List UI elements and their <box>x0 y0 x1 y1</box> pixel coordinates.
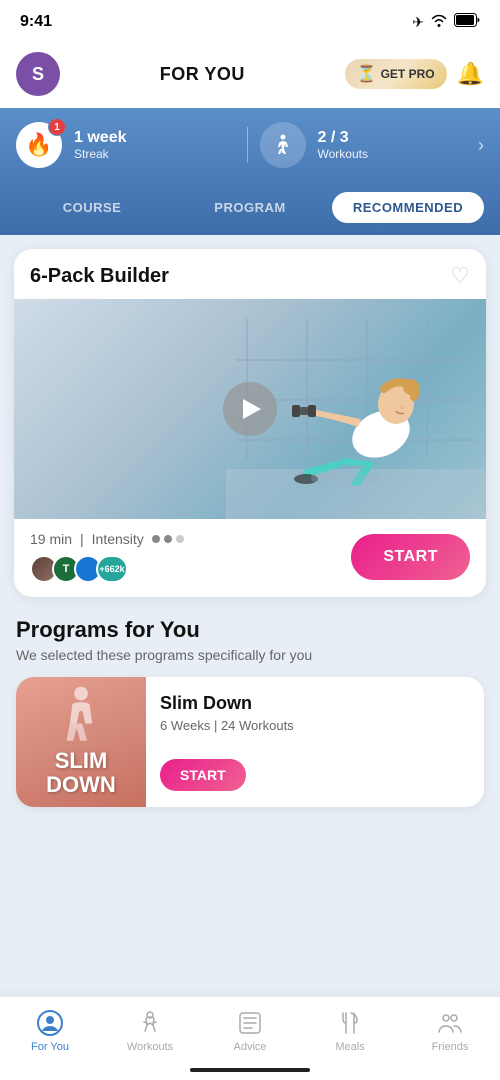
programs-title: Programs for You <box>16 617 484 643</box>
workout-icon <box>260 122 306 168</box>
meals-icon <box>336 1009 364 1037</box>
favorite-icon[interactable]: ♡ <box>450 263 470 289</box>
workout-label: Workouts <box>318 147 368 161</box>
program-image-text: SLIMDOWN <box>46 749 116 797</box>
workout-title: 6-Pack Builder <box>30 265 169 288</box>
card-header: 6-Pack Builder ♡ <box>14 249 486 299</box>
streak-banner: 🔥 1 1 week Streak 2 / 3 Workouts › <box>0 108 500 182</box>
header-right: ⏳ GET PRO 🔔 <box>345 59 484 89</box>
duration-row: 19 min | Intensity <box>30 531 184 547</box>
program-details: 6 Weeks | 24 Workouts <box>160 718 294 733</box>
nav-item-meals[interactable]: Meals <box>300 1007 400 1053</box>
nav-item-friends[interactable]: Friends <box>400 1007 500 1053</box>
streak-count: 1 week <box>74 129 126 147</box>
workout-info: 2 / 3 Workouts <box>260 122 479 168</box>
friends-icon <box>436 1009 464 1037</box>
program-info: Slim Down 6 Weeks | 24 Workouts START <box>146 677 308 807</box>
duration-label: 19 min <box>30 531 72 547</box>
nav-item-advice[interactable]: Advice <box>200 1007 300 1053</box>
get-pro-button[interactable]: ⏳ GET PRO <box>345 59 447 89</box>
nav-label-meals: Meals <box>335 1041 364 1053</box>
card-meta: 19 min | Intensity T +662k <box>30 531 184 583</box>
nav-label-workouts: Workouts <box>127 1041 173 1053</box>
header: S FOR YOU ⏳ GET PRO 🔔 <box>0 44 500 108</box>
program-image: SLIMDOWN <box>16 677 146 807</box>
status-bar: 9:41 ✈ <box>0 0 500 44</box>
streak-icon-wrapper: 🔥 1 <box>16 122 62 168</box>
program-start-button[interactable]: START <box>160 759 246 791</box>
airplane-icon: ✈ <box>412 14 424 31</box>
program-card-slim-down: SLIMDOWN Slim Down 6 Weeks | 24 Workouts… <box>16 677 484 807</box>
card-footer: 19 min | Intensity T +662k START <box>14 519 486 597</box>
nav-label-friends: Friends <box>432 1041 469 1053</box>
page-title: FOR YOU <box>160 64 245 85</box>
wifi-icon <box>430 13 448 32</box>
workout-count: 2 / 3 <box>318 129 368 147</box>
for-you-icon <box>36 1009 64 1037</box>
dot-3 <box>176 535 184 543</box>
streak-label: Streak <box>74 147 126 161</box>
start-workout-button[interactable]: START <box>351 534 470 580</box>
nav-item-workouts[interactable]: Workouts <box>100 1007 200 1053</box>
bell-icon[interactable]: 🔔 <box>457 61 484 87</box>
nav-label-advice: Advice <box>233 1041 266 1053</box>
programs-subtitle: We selected these programs specifically … <box>16 647 484 663</box>
get-pro-label: GET PRO <box>381 67 435 81</box>
tab-course[interactable]: COURSE <box>16 192 168 223</box>
play-icon <box>243 399 261 419</box>
workout-card: 6-Pack Builder ♡ <box>14 249 486 597</box>
streak-left: 🔥 1 1 week Streak <box>16 122 235 168</box>
status-time: 9:41 <box>20 13 52 31</box>
workout-text: 2 / 3 Workouts <box>318 129 368 161</box>
program-person-icon <box>56 685 106 745</box>
nav-item-for-you[interactable]: For You <box>0 1007 100 1053</box>
tab-recommended[interactable]: RECOMMENDED <box>332 192 484 223</box>
status-icons: ✈ <box>412 13 480 32</box>
play-button[interactable] <box>223 382 277 436</box>
streak-badge: 1 <box>48 118 66 136</box>
workouts-icon <box>136 1009 164 1037</box>
programs-section: Programs for You We selected these progr… <box>14 617 486 807</box>
intensity-label: Intensity <box>92 531 144 547</box>
dot-2 <box>164 535 172 543</box>
home-indicator <box>190 1068 310 1072</box>
advice-icon <box>236 1009 264 1037</box>
avatar[interactable]: S <box>16 52 60 96</box>
chevron-right-icon[interactable]: › <box>478 135 484 156</box>
participants-row: T +662k <box>30 555 184 583</box>
nav-label-for-you: For You <box>31 1041 69 1053</box>
workout-image <box>14 299 486 519</box>
tab-program[interactable]: PROGRAM <box>174 192 326 223</box>
participant-count: +662k <box>96 555 128 583</box>
streak-divider <box>247 127 248 163</box>
get-pro-icon: ⏳ <box>357 64 377 84</box>
main-content: 6-Pack Builder ♡ <box>0 235 500 1009</box>
battery-icon <box>454 13 480 32</box>
intensity-dots <box>152 535 184 543</box>
tab-navigation: COURSE PROGRAM RECOMMENDED <box>0 182 500 235</box>
streak-info: 1 week Streak <box>74 129 126 161</box>
dot-1 <box>152 535 160 543</box>
program-name: Slim Down <box>160 693 294 714</box>
